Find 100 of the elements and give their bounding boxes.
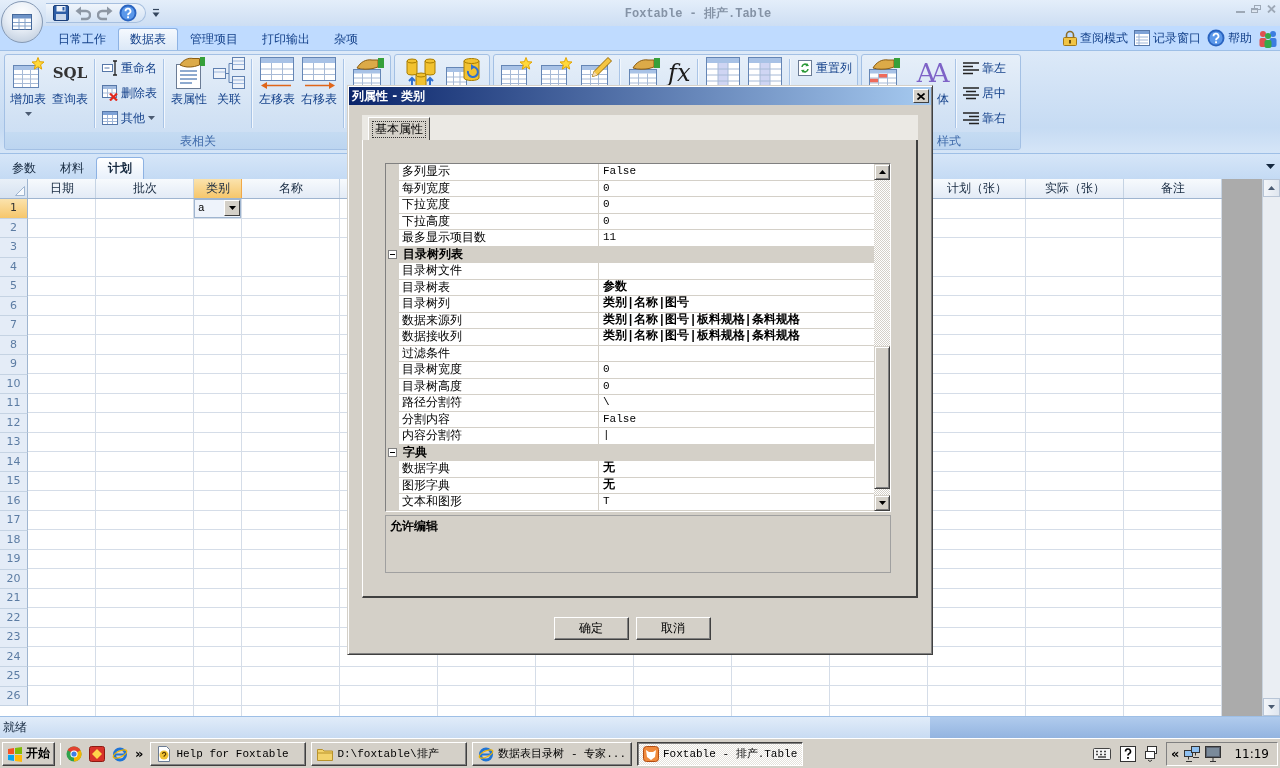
row-header[interactable]: 8 <box>0 335 28 355</box>
scroll-down-button[interactable] <box>1263 698 1280 716</box>
more-chevron[interactable]: » <box>135 746 144 761</box>
row-header[interactable]: 17 <box>0 511 28 531</box>
table-properties-button[interactable]: 表属性 <box>169 57 209 106</box>
property-name[interactable]: 数据接收列 <box>399 329 599 346</box>
square-logo-icon[interactable] <box>89 745 105 762</box>
relation-button[interactable]: 关联 <box>211 57 247 106</box>
more-button[interactable]: 其他 <box>100 109 159 127</box>
view-mode-button[interactable]: 查阅模式 <box>1060 27 1131 49</box>
help-icon[interactable] <box>119 4 137 22</box>
property-name[interactable]: 目录树宽度 <box>399 362 599 379</box>
scroll-thumb[interactable] <box>874 346 890 489</box>
dropdown-arrow-icon[interactable] <box>152 8 160 18</box>
users-icon[interactable] <box>1258 28 1278 48</box>
sheet-tab[interactable]: 计划 <box>96 157 144 179</box>
property-value[interactable]: \ <box>599 395 874 412</box>
help-button[interactable]: 帮助 <box>1204 27 1255 49</box>
align-right-button[interactable]: 靠右 <box>961 109 1009 127</box>
ribbon-tab[interactable]: 管理项目 <box>178 28 250 50</box>
align-left-button[interactable]: 靠左 <box>961 59 1009 77</box>
row-header[interactable]: 10 <box>0 374 28 394</box>
font-button[interactable]: AA 体 <box>905 57 952 106</box>
row-header[interactable]: 15 <box>0 472 28 492</box>
ribbon-tab[interactable]: 杂项 <box>322 28 370 50</box>
collapse-box-icon[interactable] <box>388 250 397 260</box>
property-name[interactable]: 下拉宽度 <box>399 197 599 214</box>
taskbar-button[interactable]: D:\foxtable\排产 <box>311 741 468 766</box>
collapse-box-icon[interactable] <box>388 448 397 458</box>
sheet-tab[interactable]: 参数 <box>0 157 48 179</box>
expand-chevron[interactable]: « <box>1171 746 1180 761</box>
row-header[interactable]: 11 <box>0 394 28 414</box>
row-header[interactable]: 3 <box>0 238 28 258</box>
row-header[interactable]: 6 <box>0 296 28 316</box>
row-header[interactable]: 12 <box>0 413 28 433</box>
row-header[interactable]: 4 <box>0 257 28 277</box>
row-header[interactable]: 9 <box>0 355 28 375</box>
taskbar-button[interactable]: 数据表目录树 - 专家... <box>472 741 632 766</box>
property-name[interactable]: 目录树列 <box>399 296 599 313</box>
row-header[interactable]: 5 <box>0 277 28 297</box>
align-center-button[interactable]: 居中 <box>961 84 1009 102</box>
keyboard-icon[interactable] <box>1093 747 1111 760</box>
row-header[interactable]: 13 <box>0 433 28 453</box>
ribbon-tab[interactable]: 打印输出 <box>250 28 322 50</box>
column-header[interactable]: 名称 <box>242 179 340 198</box>
row-header[interactable]: 16 <box>0 491 28 511</box>
property-value[interactable]: 0 <box>599 362 874 379</box>
move-right-button[interactable]: 右移表 <box>299 57 339 106</box>
dropdown-button[interactable] <box>224 200 240 217</box>
monitor-icon[interactable] <box>1205 745 1222 762</box>
ring-orbit-icon[interactable] <box>112 745 128 762</box>
scroll-up-button[interactable] <box>874 164 890 180</box>
property-value[interactable]: 11 <box>599 230 874 247</box>
property-name[interactable]: 数据字典 <box>399 461 599 478</box>
row-header[interactable]: 7 <box>0 316 28 336</box>
sheet-tab[interactable]: 材料 <box>48 157 96 179</box>
dialog-tab[interactable]: 基本属性 <box>368 117 430 140</box>
delete-table-button[interactable]: 删除表 <box>100 84 159 102</box>
row-header[interactable]: 21 <box>0 589 28 609</box>
property-value[interactable]: 类别|名称|图号 <box>599 296 874 313</box>
taskbar-button[interactable]: Help for Foxtable <box>150 741 307 766</box>
row-header[interactable]: 1 <box>0 199 28 219</box>
taskbar-button[interactable]: Foxtable - 排产.Table <box>637 741 804 766</box>
property-value[interactable]: | <box>599 428 874 445</box>
row-header[interactable]: 25 <box>0 667 28 687</box>
query-table-button[interactable]: SQL 查询表 <box>50 57 90 106</box>
move-left-button[interactable]: 左移表 <box>257 57 297 106</box>
row-header[interactable]: 26 <box>0 686 28 706</box>
ribbon-tab[interactable]: 数据表 <box>118 28 178 50</box>
row-header[interactable]: 19 <box>0 550 28 570</box>
dropdown-field[interactable]: a <box>194 199 241 218</box>
help-box-icon[interactable] <box>1120 745 1136 762</box>
property-name[interactable]: 多列显示 <box>399 164 599 181</box>
column-header[interactable]: 类别 <box>194 179 242 198</box>
property-name[interactable]: 目录树文件 <box>399 263 599 280</box>
column-header[interactable]: 日期 <box>28 179 96 198</box>
rename-button[interactable]: 重命名 <box>100 59 159 77</box>
row-header[interactable]: 20 <box>0 569 28 589</box>
round-logo-icon[interactable] <box>66 745 82 762</box>
row-header[interactable]: 22 <box>0 608 28 628</box>
property-name[interactable]: 最多显示项目数 <box>399 230 599 247</box>
scroll-down-button[interactable] <box>874 494 890 511</box>
window-icon[interactable] <box>1145 745 1157 762</box>
start-button[interactable]: 开始 <box>2 741 55 766</box>
row-header[interactable]: 24 <box>0 647 28 667</box>
property-name[interactable]: 路径分割符 <box>399 395 599 412</box>
property-value[interactable]: False <box>599 164 874 181</box>
row-header[interactable]: 18 <box>0 530 28 550</box>
property-value[interactable]: 0 <box>599 197 874 214</box>
close-button[interactable] <box>913 89 929 103</box>
row-header[interactable]: 23 <box>0 628 28 648</box>
row-header[interactable]: 2 <box>0 218 28 238</box>
scroll-up-button[interactable] <box>1263 179 1280 197</box>
save-icon[interactable] <box>53 5 69 21</box>
property-value[interactable]: T <box>599 494 874 511</box>
ok-button[interactable]: 确定 <box>553 617 629 640</box>
property-name[interactable]: 内容分割符 <box>399 428 599 445</box>
network-computers-icon[interactable] <box>1184 745 1201 762</box>
property-name[interactable]: 文本和图形 <box>399 494 599 511</box>
dropdown-arrow-icon[interactable] <box>1266 164 1275 169</box>
